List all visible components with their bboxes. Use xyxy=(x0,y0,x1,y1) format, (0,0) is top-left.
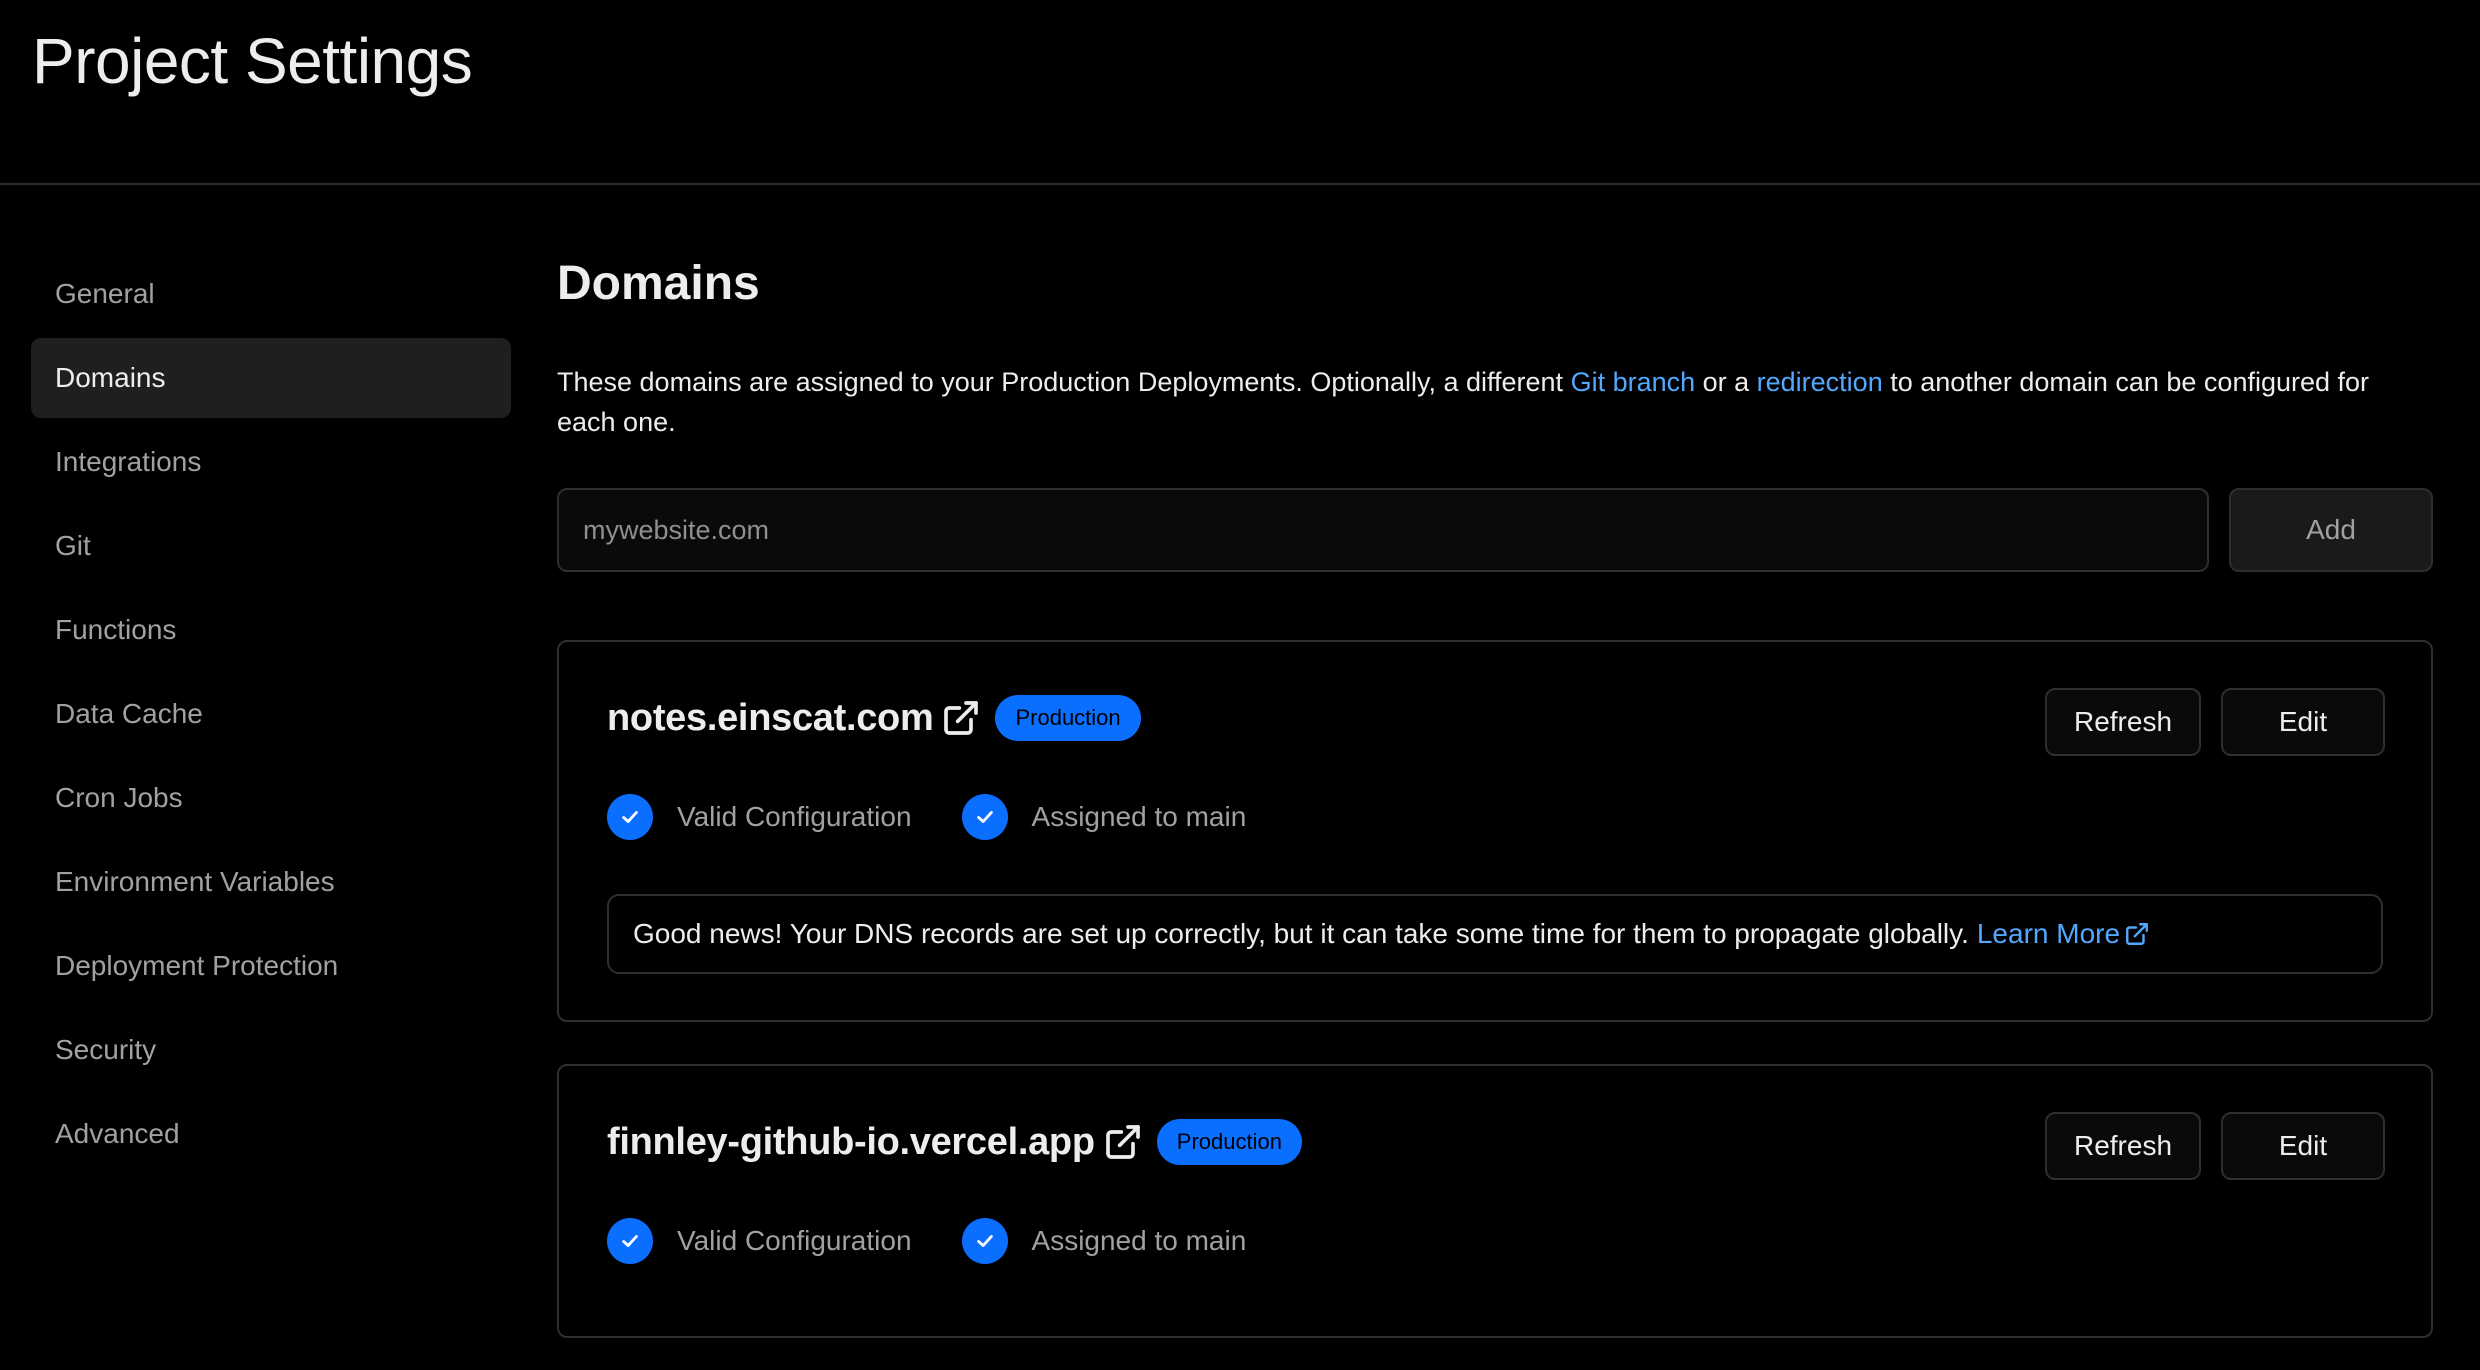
external-link-icon[interactable] xyxy=(1103,1122,1143,1162)
page-header: Project Settings xyxy=(0,0,2480,185)
status-label: Valid Configuration xyxy=(677,801,912,832)
sidebar-item-advanced[interactable]: Advanced xyxy=(31,1094,511,1174)
sidebar-item-security[interactable]: Security xyxy=(31,1010,511,1090)
sidebar-item-functions[interactable]: Functions xyxy=(31,590,511,670)
status-assigned-branch: Assigned to main xyxy=(961,1218,1247,1264)
sidebar-item-integrations[interactable]: Integrations xyxy=(31,422,511,502)
external-link-icon xyxy=(2126,923,2148,945)
status-valid-configuration: Valid Configuration xyxy=(607,1218,912,1264)
sidebar-item-git[interactable]: Git xyxy=(31,506,511,586)
status-valid-configuration: Valid Configuration xyxy=(607,794,912,840)
check-circle-icon xyxy=(607,794,653,840)
domain-name-link[interactable]: notes.einscat.com xyxy=(607,697,934,740)
learn-more-label: Learn More xyxy=(1976,918,2121,949)
status-label: Assigned to main xyxy=(1031,1225,1247,1256)
edit-button[interactable]: Edit xyxy=(2221,688,2385,756)
check-circle-icon xyxy=(961,1218,1008,1264)
git-branch-link[interactable]: Git branch xyxy=(1571,367,1696,397)
status-label: Assigned to main xyxy=(1031,801,1247,832)
description-text: or a xyxy=(1695,367,1757,397)
dns-info-note: Good news! Your DNS records are set up c… xyxy=(607,894,2383,974)
check-circle-icon xyxy=(607,1218,653,1264)
domains-section: Domains These domains are assigned to yo… xyxy=(557,252,2433,1338)
sidebar-item-general[interactable]: General xyxy=(31,254,511,334)
domain-name-link[interactable]: finnley-github-io.vercel.app xyxy=(607,1121,1095,1164)
learn-more-link[interactable]: Learn More xyxy=(1977,918,2150,950)
add-domain-form: Add xyxy=(557,488,2433,572)
edit-button[interactable]: Edit xyxy=(2221,1112,2385,1180)
domain-card: notes.einscat.com Production Refresh Edi… xyxy=(557,640,2433,1022)
refresh-button[interactable]: Refresh xyxy=(2045,1112,2201,1180)
note-text: Good news! Your DNS records are set up c… xyxy=(633,918,1969,949)
status-assigned-branch: Assigned to main xyxy=(961,794,1247,840)
page-title: Project Settings xyxy=(32,25,473,97)
domain-card-actions: Refresh Edit xyxy=(2045,1112,2385,1180)
production-badge: Production xyxy=(995,695,1141,741)
redirection-link[interactable]: redirection xyxy=(1757,367,1883,397)
settings-sidebar: General Domains Integrations Git Functio… xyxy=(31,254,511,1178)
status-label: Valid Configuration xyxy=(677,1225,912,1256)
sidebar-item-deployment-protection[interactable]: Deployment Protection xyxy=(31,926,511,1006)
production-badge: Production xyxy=(1156,1119,1302,1165)
domain-card-actions: Refresh Edit xyxy=(2045,688,2385,756)
domain-status-row: Valid Configuration Assigned to main xyxy=(607,792,1296,842)
sidebar-item-environment-variables[interactable]: Environment Variables xyxy=(31,842,511,922)
sidebar-item-data-cache[interactable]: Data Cache xyxy=(31,674,511,754)
refresh-button[interactable]: Refresh xyxy=(2045,688,2201,756)
add-button[interactable]: Add xyxy=(2229,488,2433,572)
domain-input[interactable] xyxy=(557,488,2209,572)
domain-status-row: Valid Configuration Assigned to main xyxy=(607,1216,1296,1266)
sidebar-item-domains[interactable]: Domains xyxy=(31,338,511,418)
section-title: Domains xyxy=(557,257,760,310)
domain-card-header: finnley-github-io.vercel.app Production xyxy=(607,1112,1302,1172)
description-text: These domains are assigned to your Produ… xyxy=(557,367,1571,397)
domain-card-header: notes.einscat.com Production xyxy=(607,688,1141,748)
sidebar-item-cron-jobs[interactable]: Cron Jobs xyxy=(31,758,511,838)
domain-card: finnley-github-io.vercel.app Production … xyxy=(557,1064,2433,1338)
section-description: These domains are assigned to your Produ… xyxy=(557,362,2397,442)
check-circle-icon xyxy=(961,794,1008,840)
external-link-icon[interactable] xyxy=(941,698,981,738)
